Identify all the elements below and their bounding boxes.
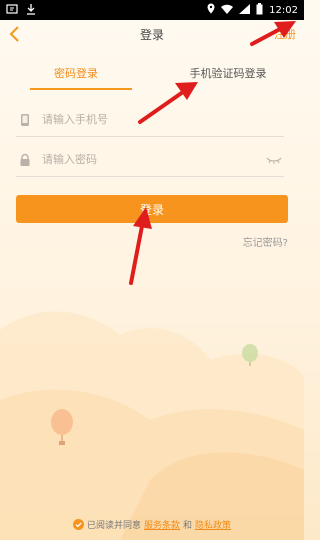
lock-icon bbox=[20, 153, 30, 166]
download-icon bbox=[26, 3, 36, 18]
agreement-row: 已阅读并同意 服务条款 和 隐私政策 bbox=[0, 518, 304, 531]
terms-link[interactable]: 服务条款 bbox=[144, 518, 180, 531]
phone-input[interactable] bbox=[42, 113, 284, 126]
forgot-password-link[interactable]: 忘记密码? bbox=[243, 234, 288, 249]
back-arrow-icon[interactable] bbox=[6, 24, 26, 44]
agreement-text: 已阅读并同意 bbox=[86, 521, 141, 531]
tab-password-login[interactable]: 密码登录 bbox=[0, 60, 152, 90]
password-input[interactable] bbox=[42, 153, 266, 166]
eye-closed-icon[interactable] bbox=[266, 155, 282, 165]
login-button[interactable]: 登录 bbox=[16, 195, 288, 223]
signal-icon bbox=[239, 3, 251, 17]
balloon-icon bbox=[242, 344, 258, 366]
balloon-icon bbox=[51, 409, 73, 445]
tab-sms-login[interactable]: 手机验证码登录 bbox=[152, 60, 304, 90]
checkbox-checked-icon[interactable] bbox=[72, 519, 84, 530]
password-field bbox=[16, 143, 284, 177]
wifi-icon bbox=[221, 4, 234, 17]
register-button[interactable]: 注册 bbox=[274, 26, 296, 42]
location-icon bbox=[207, 3, 215, 17]
status-bar: 12:02 bbox=[0, 0, 304, 20]
login-tabs: 密码登录 手机验证码登录 bbox=[0, 60, 304, 90]
page-title: 登录 bbox=[139, 27, 164, 42]
privacy-link[interactable]: 隐私政策 bbox=[195, 518, 231, 531]
phone-icon bbox=[21, 113, 29, 126]
phone-field bbox=[16, 103, 284, 137]
app-notification-icon bbox=[6, 3, 18, 18]
battery-icon bbox=[256, 2, 263, 18]
nav-bar: 登录 注册 bbox=[0, 20, 304, 48]
status-time: 12:02 bbox=[269, 4, 298, 16]
agreement-and: 和 bbox=[183, 521, 193, 531]
